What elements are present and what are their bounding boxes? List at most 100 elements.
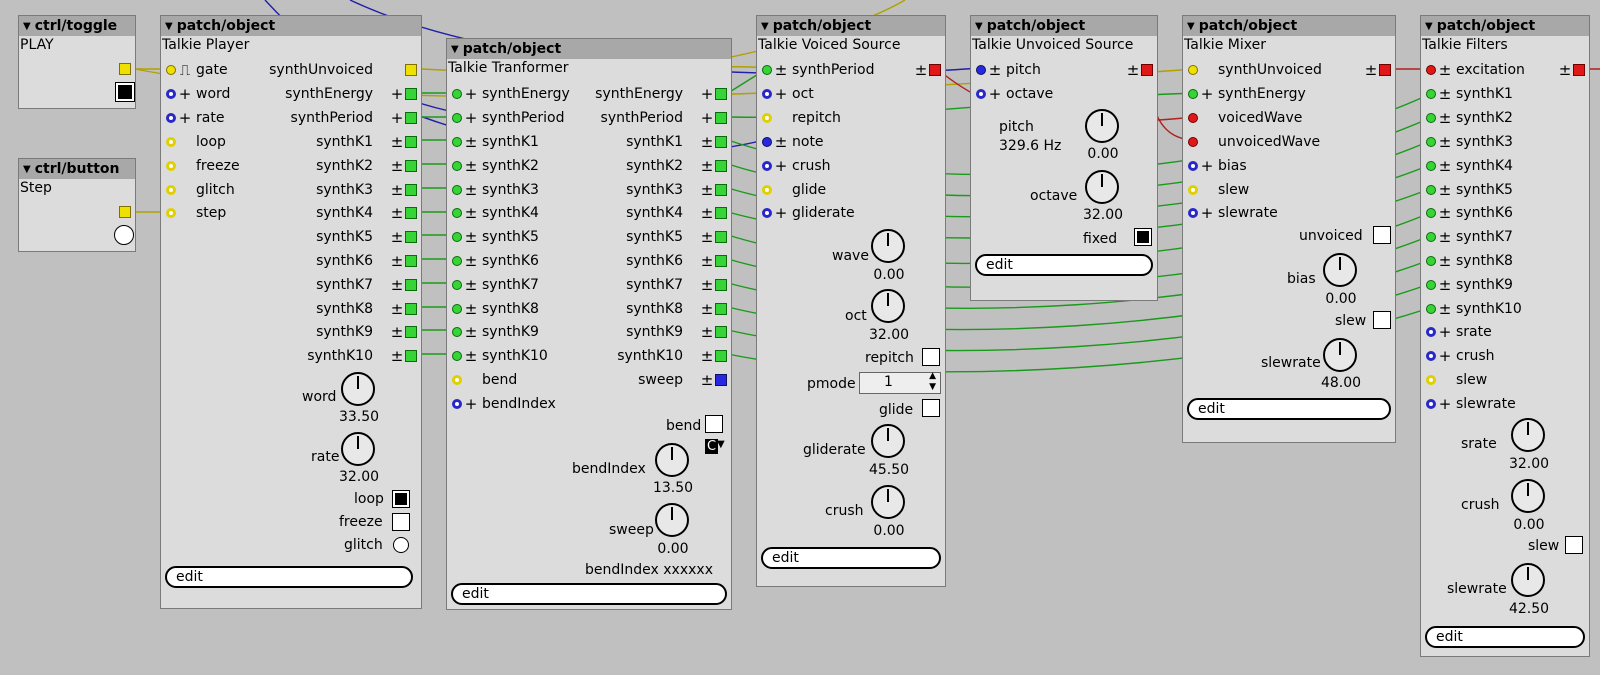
inlet-port[interactable] xyxy=(976,65,986,75)
outlet-port[interactable] xyxy=(405,326,417,338)
edit-button[interactable]: edit xyxy=(165,566,413,588)
inlet-port[interactable] xyxy=(1188,113,1198,123)
inlet-port[interactable] xyxy=(1426,65,1436,75)
triangle-down-icon[interactable]: ▼ xyxy=(23,164,31,175)
slew-checkbox[interactable] xyxy=(1373,311,1391,329)
outlet-port[interactable] xyxy=(405,88,417,100)
edit-button[interactable]: edit xyxy=(761,547,941,569)
inlet-port[interactable] xyxy=(166,65,176,75)
inlet-port[interactable] xyxy=(762,185,772,195)
outlet-port[interactable] xyxy=(405,64,417,76)
outlet-port[interactable] xyxy=(929,64,941,76)
inlet-port[interactable] xyxy=(1188,185,1198,195)
outlet-port[interactable] xyxy=(405,350,417,362)
inlet-port[interactable] xyxy=(1426,304,1436,314)
outlet-port[interactable] xyxy=(405,303,417,315)
outlet-port[interactable] xyxy=(405,279,417,291)
inlet-port[interactable] xyxy=(452,208,462,218)
outlet-port[interactable] xyxy=(715,160,727,172)
outlet-port[interactable] xyxy=(1573,64,1585,76)
rate-knob[interactable] xyxy=(341,432,375,466)
inlet-port[interactable] xyxy=(166,113,176,123)
crush-knob[interactable] xyxy=(1511,479,1545,513)
edit-button[interactable]: edit xyxy=(975,254,1153,276)
gliderate-knob[interactable] xyxy=(871,424,905,458)
outlet-port[interactable] xyxy=(715,231,727,243)
bendindex-knob[interactable] xyxy=(655,443,689,477)
inlet-port[interactable] xyxy=(1426,327,1436,337)
inlet-port[interactable] xyxy=(762,113,772,123)
unvoiced-checkbox[interactable] xyxy=(1373,226,1391,244)
inlet-port[interactable] xyxy=(1426,89,1436,99)
outlet-port[interactable] xyxy=(715,136,727,148)
edit-button[interactable]: edit xyxy=(1187,398,1391,420)
edit-button[interactable]: edit xyxy=(1425,626,1585,648)
inlet-port[interactable] xyxy=(452,185,462,195)
outlet-port[interactable] xyxy=(715,88,727,100)
outlet-port[interactable] xyxy=(715,303,727,315)
inlet-port[interactable] xyxy=(762,89,772,99)
outlet-port[interactable] xyxy=(405,136,417,148)
outlet-port[interactable] xyxy=(1379,64,1391,76)
triangle-down-icon[interactable]: ▼ xyxy=(23,21,31,32)
inlet-port[interactable] xyxy=(452,375,462,385)
triangle-down-icon[interactable]: ▼ xyxy=(165,21,173,32)
outlet-port[interactable] xyxy=(715,279,727,291)
octave-knob[interactable] xyxy=(1085,170,1119,204)
outlet-port[interactable] xyxy=(405,255,417,267)
bias-knob[interactable] xyxy=(1323,253,1357,287)
outlet-port[interactable] xyxy=(405,207,417,219)
inlet-port[interactable] xyxy=(1426,185,1436,195)
inlet-port[interactable] xyxy=(1426,161,1436,171)
inlet-port[interactable] xyxy=(166,89,176,99)
slewrate-knob[interactable] xyxy=(1323,338,1357,372)
inlet-port[interactable] xyxy=(1188,208,1198,218)
fixed-checkbox[interactable] xyxy=(1134,228,1152,246)
loop-checkbox[interactable] xyxy=(392,490,410,508)
outlet-port[interactable] xyxy=(715,112,727,124)
inlet-port[interactable] xyxy=(1426,399,1436,409)
toggle-object[interactable]: ▼ ctrl/toggle PLAY xyxy=(18,15,136,109)
object-header[interactable]: ▼ patch/object xyxy=(447,39,731,59)
talkie-filters-object[interactable]: ▼ patch/object Talkie Filters ± excitation… xyxy=(1420,15,1590,657)
inlet-port[interactable] xyxy=(762,137,772,147)
inlet-port[interactable] xyxy=(762,208,772,218)
word-knob[interactable] xyxy=(341,372,375,406)
inlet-port[interactable] xyxy=(762,65,772,75)
inlet-port[interactable] xyxy=(452,304,462,314)
dropdown-arrow-icon[interactable]: ▼ xyxy=(717,439,725,450)
triangle-down-icon[interactable]: ▼ xyxy=(1187,21,1195,32)
inlet-port[interactable] xyxy=(1426,113,1436,123)
outlet-port[interactable] xyxy=(405,231,417,243)
outlet-port[interactable] xyxy=(1141,64,1153,76)
slewrate-knob[interactable] xyxy=(1511,563,1545,597)
inlet-port[interactable] xyxy=(166,185,176,195)
inlet-port[interactable] xyxy=(1188,137,1198,147)
step-button[interactable] xyxy=(114,225,134,245)
triangle-down-icon[interactable]: ▼ xyxy=(1425,21,1433,32)
freeze-checkbox[interactable] xyxy=(392,513,410,531)
inlet-port[interactable] xyxy=(1188,161,1198,171)
glitch-button[interactable] xyxy=(393,537,409,553)
inlet-port[interactable] xyxy=(1426,232,1436,242)
inlet-port[interactable] xyxy=(452,280,462,290)
outlet-port[interactable] xyxy=(405,160,417,172)
oct-knob[interactable] xyxy=(871,289,905,323)
play-toggle[interactable] xyxy=(115,82,135,102)
outlet-port[interactable] xyxy=(405,184,417,196)
outlet-port[interactable] xyxy=(715,184,727,196)
object-header[interactable]: ▼ patch/object xyxy=(757,16,945,36)
slew-checkbox[interactable] xyxy=(1565,536,1583,554)
object-header[interactable]: ▼ patch/object xyxy=(971,16,1157,36)
object-header[interactable]: ▼ patch/object xyxy=(1183,16,1395,36)
edit-button[interactable]: edit xyxy=(451,583,727,605)
inlet-port[interactable] xyxy=(452,327,462,337)
inlet-port[interactable] xyxy=(1426,375,1436,385)
inlet-port[interactable] xyxy=(452,399,462,409)
inlet-port[interactable] xyxy=(1426,280,1436,290)
talkie-transformer-object[interactable]: ▼ patch/object Talkie Tranformer + synthEn… xyxy=(446,38,732,610)
outlet-port[interactable] xyxy=(715,207,727,219)
pmode-spinner[interactable]: 1 ▲ ▼ xyxy=(859,371,941,394)
inlet-port[interactable] xyxy=(1426,208,1436,218)
inlet-port[interactable] xyxy=(452,256,462,266)
